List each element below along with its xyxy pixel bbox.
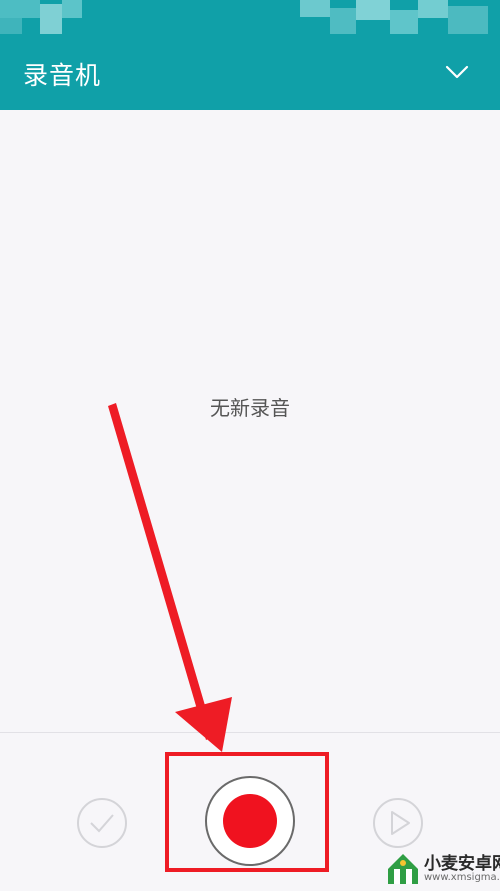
- recorder-app: 录音机 无新录音 小麦安卓 www.xmsigma.: [0, 0, 500, 891]
- play-button[interactable]: [373, 798, 423, 848]
- watermark-url: www.xmsigma.com: [424, 872, 500, 883]
- status-bar: [0, 0, 500, 34]
- app-title: 录音机: [23, 61, 102, 90]
- play-icon: [391, 811, 410, 835]
- recordings-list-area: 无新录音: [0, 110, 500, 732]
- chevron-down-icon[interactable]: [442, 60, 472, 84]
- empty-state-text: 无新录音: [210, 396, 290, 420]
- watermark-logo-icon: [388, 854, 418, 884]
- check-icon: [90, 814, 114, 833]
- title-bar: 录音机: [0, 34, 500, 110]
- confirm-button[interactable]: [77, 798, 127, 848]
- watermark-name: 小麦安卓网: [424, 854, 500, 874]
- record-icon: [223, 794, 277, 848]
- record-button[interactable]: [205, 776, 295, 866]
- watermark: 小麦安卓网 www.xmsigma.com: [384, 847, 500, 890]
